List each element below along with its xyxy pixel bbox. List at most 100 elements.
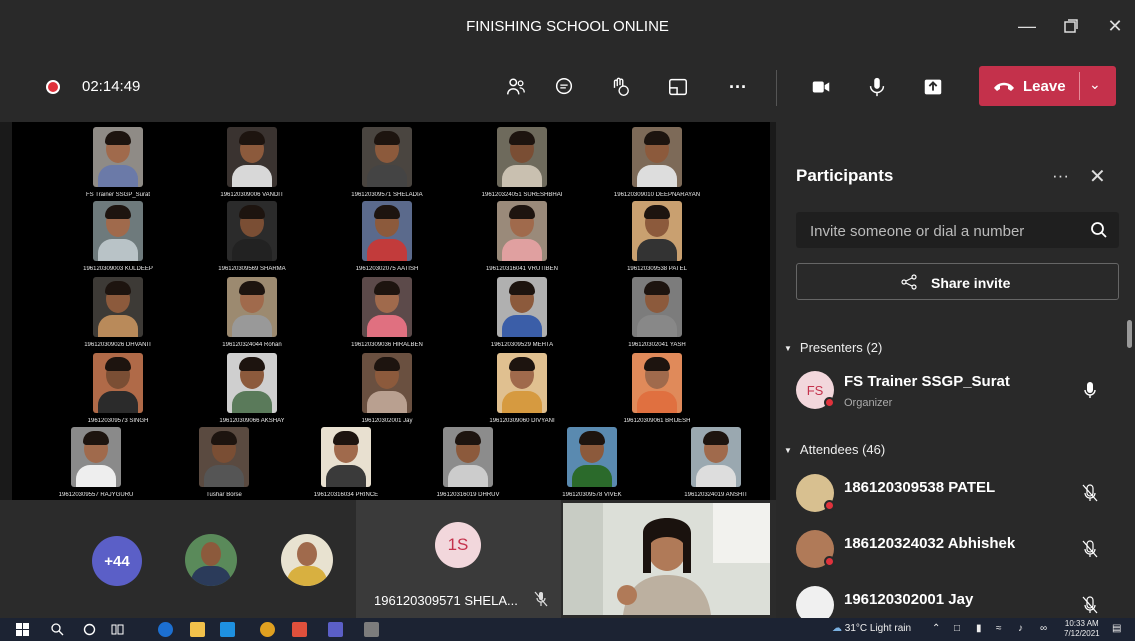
office-icon[interactable] (292, 622, 307, 637)
video-feed (227, 201, 277, 261)
camera-icon[interactable] (805, 72, 837, 102)
toolbar-divider (776, 70, 777, 106)
video-tile-name: Tushar Borse (206, 492, 242, 498)
more-actions-icon[interactable]: ··· (722, 72, 754, 102)
attendees-header: Attendees (46) (799, 442, 886, 457)
cortana-icon[interactable] (82, 622, 97, 637)
wifi-icon[interactable]: ≈ (996, 623, 1002, 634)
presenters-section-toggle[interactable]: ▼ Presenters (2) (784, 340, 882, 355)
video-tile[interactable]: 196120309066 AKSHAY (188, 350, 316, 424)
meeting-toolbar: 02:14:49 ··· Leave ⌄ (0, 52, 1135, 122)
video-tile-name: 196120309003 KULDEEP (83, 266, 153, 272)
video-tile[interactable]: 196120324044 Rohan (188, 274, 316, 348)
participant-row[interactable]: 186120309538 PATEL (796, 470, 1126, 516)
language-icon[interactable]: ∞ (1040, 623, 1047, 634)
video-tile[interactable]: 196120309571 SHELADIA (323, 124, 451, 198)
video-tile[interactable]: 196120324051 SURESHBHAI (458, 124, 586, 198)
volume-icon[interactable]: ♪ (1018, 623, 1023, 634)
reactions-icon[interactable] (604, 72, 636, 102)
weather-widget[interactable]: ☁ 31°C Light rain (832, 623, 911, 634)
invite-search-input[interactable]: Invite someone or dial a number (796, 212, 1119, 248)
video-tile[interactable]: 196120309003 KULDEEP (54, 198, 182, 272)
chat-icon[interactable] (548, 72, 580, 102)
participant-role: Organizer (844, 397, 893, 409)
video-tile-name: 196120324019 ANSHIT (684, 492, 748, 498)
video-feed (321, 427, 371, 487)
participants-icon[interactable] (500, 72, 532, 102)
video-tile[interactable]: 196120302041 YASH (593, 274, 721, 348)
battery-icon[interactable]: ▮ (976, 623, 982, 634)
microphone-icon[interactable] (861, 72, 893, 102)
video-tile[interactable]: FS Trainer SSGP_Surat (54, 124, 182, 198)
avatar[interactable] (185, 534, 237, 586)
video-tile[interactable]: 196120309557 RAJYGURU (32, 424, 160, 498)
presenters-header: Presenters (2) (799, 340, 883, 355)
taskbar: ☁ 31°C Light rain ⌃ □ ▮ ≈ ♪ ∞ 10:33 AM 7… (0, 618, 1135, 641)
video-tile[interactable]: 196120309036 HIRALBEN (323, 274, 451, 348)
participant-tile[interactable]: 1S 196120309571 SHELA... (356, 500, 561, 618)
share-invite-button[interactable]: Share invite (796, 263, 1119, 300)
participant-row[interactable]: 186120324032 Abhishek (796, 526, 1126, 572)
windows-start-icon[interactable] (16, 623, 29, 636)
participant-row[interactable]: FS FS Trainer SSGP_Surat Organizer (796, 367, 1126, 413)
close-panel-icon[interactable]: ✕ (1089, 164, 1106, 189)
scrollbar[interactable] (1127, 320, 1132, 348)
system-clock[interactable]: 10:33 AM 7/12/2021 (1064, 619, 1100, 639)
video-feed (632, 353, 682, 413)
video-tile-name: 196120309529 MEHTA (490, 342, 554, 348)
minimize-icon[interactable]: — (1012, 12, 1042, 40)
video-feed (497, 201, 547, 261)
video-tile[interactable]: 196120302001 Jay (323, 350, 451, 424)
chevron-down-icon[interactable]: ⌄ (1089, 76, 1101, 93)
video-tile[interactable]: 196120324019 ANSHIT (652, 424, 780, 498)
system-tray-chevron-icon[interactable]: ⌃ (932, 623, 940, 634)
video-tile[interactable]: Tushar Borse (160, 424, 288, 498)
video-tile[interactable]: 196120309006 VANDIT (188, 124, 316, 198)
file-explorer-icon[interactable] (190, 622, 205, 637)
maximize-icon[interactable] (1056, 12, 1086, 40)
video-tile-name: 196120302041 YASH (628, 342, 686, 348)
video-tile[interactable]: 196120316019 DHRUV (404, 424, 532, 498)
leave-button[interactable]: Leave ⌄ (979, 66, 1116, 106)
video-feed (362, 353, 412, 413)
video-tile[interactable]: 196120309569 SHARMA (188, 198, 316, 272)
notifications-icon[interactable]: ▤ (1112, 623, 1121, 634)
teams-icon[interactable] (328, 622, 343, 637)
mic-muted-icon (1082, 484, 1098, 502)
chrome-icon[interactable] (260, 622, 275, 637)
paint-icon[interactable] (364, 622, 379, 637)
video-tile[interactable]: 196120316034 PRINCE (282, 424, 410, 498)
video-tile[interactable]: 196120309060 DIVYANI (458, 350, 586, 424)
network-icon[interactable]: □ (954, 623, 960, 634)
store-icon[interactable] (220, 622, 235, 637)
video-tile-name: 196120316041 VRUTIBEN (485, 266, 559, 272)
search-icon[interactable] (1090, 221, 1108, 239)
video-tile[interactable]: 196120309529 MEHTA (458, 274, 586, 348)
task-view-icon[interactable] (110, 622, 125, 637)
leave-divider (1079, 72, 1080, 100)
video-tile[interactable]: 196120316041 VRUTIBEN (458, 198, 586, 272)
video-feed (227, 353, 277, 413)
video-tile-name: 196120316019 DHRUV (436, 492, 500, 498)
video-tile-name: 196120324044 Rohan (222, 342, 282, 348)
video-tile[interactable]: 196120309026 DHVANIT (54, 274, 182, 348)
more-options-icon[interactable]: ··· (1052, 166, 1069, 186)
edge-icon[interactable] (158, 622, 173, 637)
video-tile[interactable]: 196120302075 AATISH (323, 198, 451, 272)
share-screen-icon[interactable] (917, 72, 949, 102)
attendees-section-toggle[interactable]: ▼ Attendees (46) (784, 442, 885, 457)
close-icon[interactable]: ✕ (1100, 12, 1130, 40)
video-tile[interactable]: 196120309010 DEEPNARAYAN (593, 124, 721, 198)
video-tile[interactable]: 196120309538 PATEL (593, 198, 721, 272)
breakout-rooms-icon[interactable] (662, 72, 694, 102)
video-feed (691, 427, 741, 487)
video-tile[interactable]: 196120309578 VIVEK (528, 424, 656, 498)
video-feed (71, 427, 121, 487)
video-tile[interactable]: 196120309061 BRIJESH (593, 350, 721, 424)
overflow-participants-button[interactable]: +44 (92, 536, 142, 586)
avatar[interactable] (281, 534, 333, 586)
video-tile[interactable]: 196120309573 SINGH (54, 350, 182, 424)
participant-tile-name: 196120309571 SHELA... (374, 593, 518, 608)
video-grid: FS Trainer SSGP_Surat 196120309006 VANDIT… (12, 122, 770, 500)
search-icon[interactable] (50, 622, 65, 637)
